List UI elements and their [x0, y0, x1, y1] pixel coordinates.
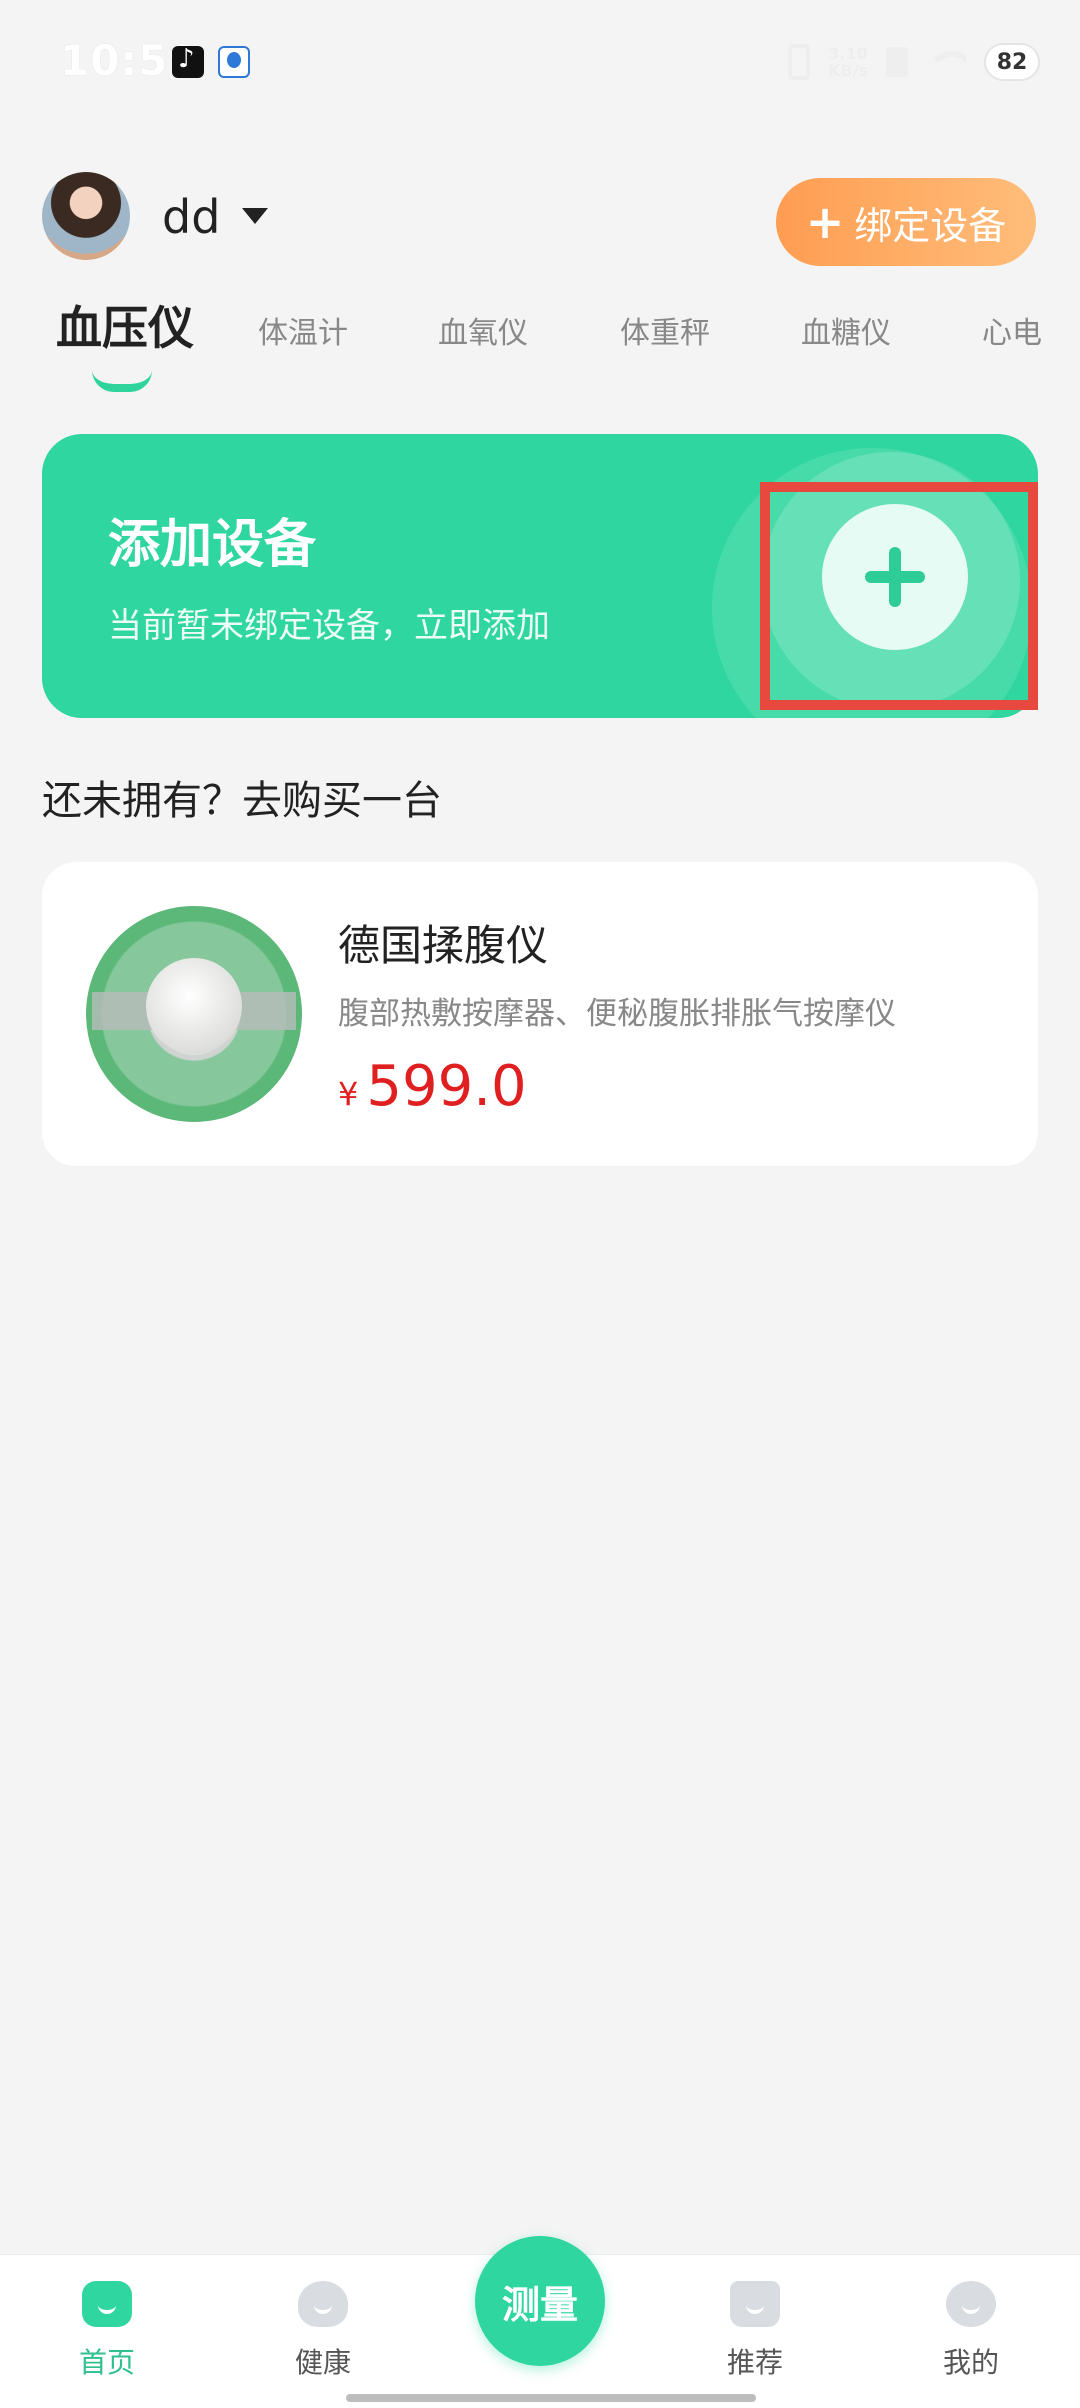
username[interactable]: dd: [162, 190, 220, 244]
product-price: ¥ 599.0: [338, 1054, 527, 1119]
network-speed-value: 3.10: [828, 44, 868, 63]
add-device-subtitle: 当前暂未绑定设备，立即添加: [108, 606, 550, 646]
status-bar: 10:59 3.10 KB/s 82: [0, 0, 1080, 130]
bag-icon: [730, 2281, 780, 2327]
network-speed: 3.10 KB/s: [828, 45, 868, 79]
heart-icon: [298, 2281, 348, 2327]
tab-ecg[interactable]: 心电: [982, 308, 1042, 352]
nav-recommend[interactable]: 推荐: [695, 2281, 815, 2381]
plus-icon: +: [805, 195, 845, 249]
tab-oximeter[interactable]: 血氧仪: [438, 308, 528, 352]
vibrate-icon: [788, 44, 811, 80]
tab-weight-scale[interactable]: 体重秤: [620, 308, 710, 352]
profile-icon: [946, 2281, 996, 2327]
sim-icon: [886, 47, 908, 77]
bind-device-label: 绑定设备: [854, 203, 1007, 248]
product-image: [86, 906, 302, 1122]
avatar[interactable]: [42, 172, 130, 260]
nav-health-label: 健康: [294, 2346, 351, 2379]
add-device-button[interactable]: [822, 504, 968, 650]
product-description: 腹部热敷按摩器、便秘腹胀排胀气按摩仪: [338, 996, 896, 1032]
tab-glucometer[interactable]: 血糖仪: [801, 308, 891, 352]
nav-home[interactable]: 首页: [47, 2281, 167, 2381]
tab-active-indicator: [92, 370, 152, 392]
price-currency: ¥: [338, 1075, 359, 1113]
nav-profile-label: 我的: [942, 2346, 999, 2379]
chevron-down-icon[interactable]: [242, 208, 268, 224]
home-icon: [82, 2281, 132, 2327]
tiktok-icon: [172, 44, 204, 78]
wifi-icon: [926, 47, 966, 77]
measure-button[interactable]: 测量: [475, 2236, 605, 2366]
nav-recommend-label: 推荐: [726, 2346, 783, 2379]
nav-profile[interactable]: 我的: [911, 2281, 1031, 2381]
home-indicator[interactable]: [346, 2394, 756, 2402]
network-speed-unit: KB/s: [828, 61, 868, 80]
product-name: 德国揉腹仪: [338, 921, 549, 970]
qq-icon: [218, 46, 250, 78]
nav-home-label: 首页: [78, 2346, 135, 2379]
product-card[interactable]: 德国揉腹仪 腹部热敷按摩器、便秘腹胀排胀气按摩仪 ¥ 599.0: [42, 862, 1038, 1166]
add-device-card[interactable]: 添加设备 当前暂未绑定设备，立即添加: [42, 434, 1038, 718]
tab-thermometer[interactable]: 体温计: [258, 308, 348, 352]
nav-health[interactable]: 健康: [263, 2281, 383, 2381]
plus-icon-vertical: [889, 547, 901, 607]
status-indicators: 3.10 KB/s 82: [788, 40, 1040, 84]
price-value: 599.0: [366, 1054, 527, 1119]
bind-device-button[interactable]: + 绑定设备: [776, 178, 1036, 266]
add-device-title: 添加设备: [108, 515, 317, 575]
tab-blood-pressure[interactable]: 血压仪: [56, 292, 194, 358]
device-tabs: 血压仪 体温计 血氧仪 体重秤 血糖仪 心电: [0, 290, 1080, 400]
shop-heading: 还未拥有？去购买一台: [42, 778, 442, 824]
battery-indicator: 82: [984, 43, 1040, 81]
